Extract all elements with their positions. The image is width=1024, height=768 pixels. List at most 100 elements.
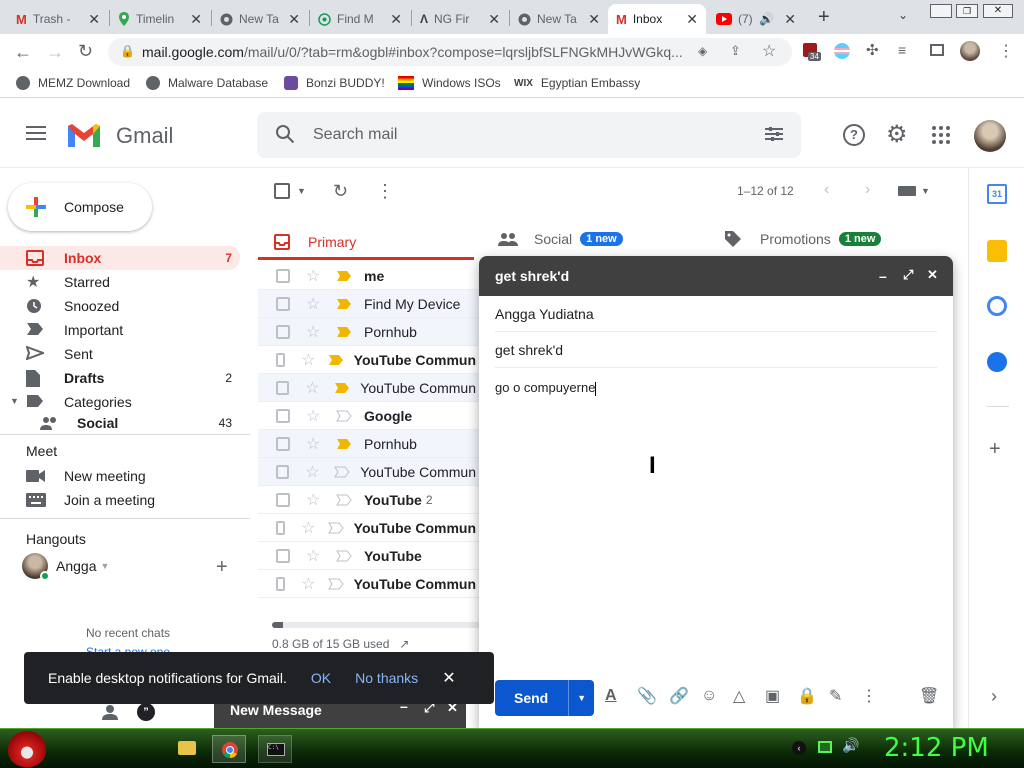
browser-tab-youtube[interactable]: (7) 🔊 ✕	[708, 4, 804, 34]
flag-extension-icon[interactable]	[834, 43, 850, 59]
close-tab-icon[interactable]: ✕	[488, 11, 500, 28]
formatting-icon[interactable]: A	[605, 687, 637, 705]
search-options-icon[interactable]	[765, 126, 783, 142]
star-icon[interactable]: ☆	[306, 490, 324, 510]
hangouts-quote-icon[interactable]: ”	[137, 703, 155, 721]
puzzle-icon[interactable]: ✣	[866, 41, 879, 59]
star-icon[interactable]: ☆	[306, 322, 324, 342]
add-chat-icon[interactable]: +	[216, 556, 228, 579]
table-row[interactable]: ☆ YouTube Commun	[258, 374, 480, 402]
important-marker-icon[interactable]	[336, 270, 354, 282]
toast-no-thanks-button[interactable]: No thanks	[355, 670, 418, 686]
expand-caret-icon[interactable]: ▼	[10, 396, 19, 406]
back-arrow-icon[interactable]: ←	[14, 42, 32, 63]
volume-icon[interactable]: 🔊	[842, 737, 859, 754]
star-icon[interactable]: ☆	[306, 266, 324, 286]
browser-tab-active-inbox[interactable]: M Inbox ✕	[608, 4, 706, 34]
search-icon[interactable]	[275, 124, 295, 144]
contacts-icon[interactable]	[987, 352, 1007, 372]
main-menu-icon[interactable]	[26, 126, 46, 140]
next-page-icon[interactable]: ›	[865, 181, 870, 199]
close-tab-icon[interactable]: ✕	[588, 11, 600, 28]
tray-chevron-icon[interactable]: ‹	[792, 741, 806, 755]
help-icon[interactable]: ?	[843, 124, 865, 146]
close-tab-icon[interactable]: ✕	[686, 11, 698, 28]
important-marker-icon[interactable]	[336, 410, 354, 422]
bookmark-windows-isos[interactable]: Windows ISOs	[398, 76, 501, 90]
bookmark-egyptian-embassy[interactable]: WIX Egyptian Embassy	[514, 76, 640, 90]
row-checkbox[interactable]	[276, 576, 286, 591]
tab-primary[interactable]: Primary	[258, 226, 474, 260]
prev-page-icon[interactable]: ‹	[824, 181, 829, 199]
gmail-logo-icon[interactable]	[66, 122, 102, 149]
table-row[interactable]: ☆ Pornhub	[258, 430, 480, 458]
install-icon[interactable]: ◈	[698, 44, 707, 58]
to-field[interactable]: Angga Yudiatna	[495, 296, 937, 332]
bookmark-star-icon[interactable]: ☆	[762, 41, 776, 61]
expand-panel-icon[interactable]: ›	[991, 686, 997, 707]
subject-field[interactable]: get shrek'd	[495, 332, 937, 368]
restore-button[interactable]: ❐	[956, 4, 978, 18]
recipient-chip[interactable]: Angga Yudiatna	[495, 306, 594, 322]
star-icon[interactable]: ☆	[306, 406, 324, 426]
close-tab-icon[interactable]: ✕	[288, 11, 300, 28]
row-checkbox[interactable]	[276, 548, 290, 563]
star-icon[interactable]: ☆	[301, 350, 315, 370]
more-options-icon[interactable]: ⋮	[861, 686, 893, 706]
search-bar[interactable]: Search mail	[257, 112, 801, 158]
close-tab-icon[interactable]: ✕	[390, 11, 402, 28]
important-marker-icon[interactable]	[333, 466, 351, 478]
close-window-button[interactable]: ✕	[983, 4, 1013, 18]
star-icon[interactable]: ☆	[305, 462, 322, 482]
sidebar-item-inbox[interactable]: Inbox 7	[0, 246, 240, 270]
important-marker-icon[interactable]	[336, 494, 354, 506]
bookmark-memz[interactable]: MEMZ Download	[16, 76, 130, 90]
drive-icon[interactable]: △	[733, 686, 765, 706]
table-row[interactable]: ☆ Pornhub	[258, 318, 480, 346]
settings-gear-icon[interactable]: ⚙	[886, 120, 908, 149]
profile-avatar[interactable]	[960, 41, 980, 61]
link-icon[interactable]: 🔗	[669, 686, 701, 706]
minimize-icon[interactable]: –	[879, 268, 887, 284]
input-tools-keyboard-icon[interactable]	[898, 186, 916, 196]
storage-info[interactable]: 0.8 GB of 15 GB used ↗	[272, 637, 409, 651]
row-checkbox[interactable]	[276, 324, 290, 339]
select-dropdown-icon[interactable]: ▼	[297, 186, 306, 196]
open-external-icon[interactable]: ↗	[399, 637, 409, 651]
row-checkbox[interactable]	[276, 520, 286, 535]
table-row[interactable]: ☆ YouTube Commun	[258, 458, 480, 486]
calendar-icon[interactable]: 31	[987, 184, 1007, 204]
tab-social[interactable]: Social 1 new	[498, 226, 623, 252]
tab-promotions[interactable]: Promotions 1 new	[724, 226, 882, 252]
new-tab-button[interactable]: +	[818, 6, 830, 29]
chrome-taskbar-button[interactable]	[212, 735, 246, 763]
browser-tab-3[interactable]: New Ta ✕	[212, 4, 308, 34]
row-checkbox[interactable]	[276, 464, 290, 479]
important-marker-icon[interactable]	[334, 382, 351, 394]
apps-grid-icon[interactable]	[932, 126, 950, 144]
table-row[interactable]: ☆ YouTube Commun	[258, 346, 480, 374]
table-row[interactable]: ☆ YouTube	[258, 542, 480, 570]
hangouts-user[interactable]: Angga ▼	[22, 552, 109, 581]
join-meeting-link[interactable]: Join a meeting	[26, 490, 155, 510]
file-explorer-icon[interactable]	[178, 741, 196, 755]
important-marker-icon[interactable]	[336, 298, 354, 310]
close-tab-icon[interactable]: ✕	[190, 11, 202, 28]
forward-arrow-icon[interactable]: →	[46, 42, 64, 63]
reload-icon[interactable]: ↻	[78, 41, 93, 62]
star-icon[interactable]: ☆	[306, 434, 324, 454]
row-checkbox[interactable]	[276, 296, 290, 311]
browser-tab-2[interactable]: Timelin ✕	[110, 4, 210, 34]
chevron-down-icon[interactable]: ▼	[100, 561, 109, 571]
important-marker-icon[interactable]	[327, 522, 344, 534]
row-checkbox[interactable]	[276, 352, 286, 367]
star-icon[interactable]: ☆	[301, 574, 315, 594]
more-options-icon[interactable]: ⋮	[376, 181, 394, 202]
compose-button[interactable]: Compose	[8, 183, 152, 231]
table-row[interactable]: ☆ Find My Device	[258, 290, 480, 318]
important-marker-icon[interactable]	[336, 326, 354, 338]
close-icon[interactable]: ✕	[442, 668, 455, 688]
bookmark-malware-db[interactable]: Malware Database	[146, 76, 268, 90]
important-marker-icon[interactable]	[328, 354, 344, 366]
cmd-taskbar-button[interactable]: C:\	[258, 735, 292, 763]
